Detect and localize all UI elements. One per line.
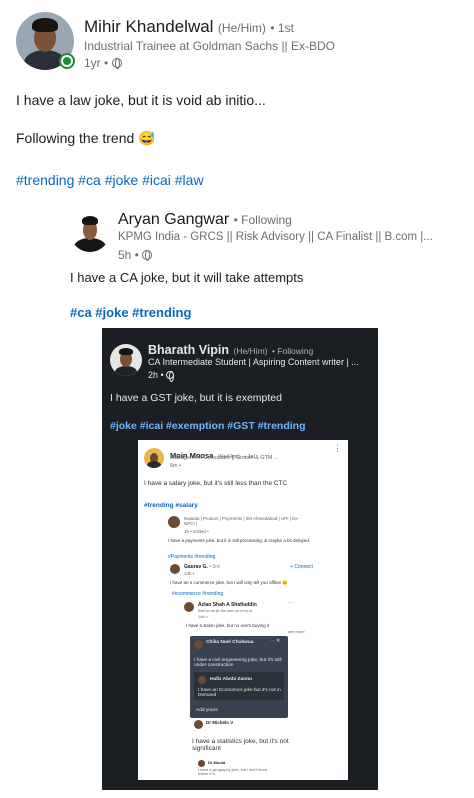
nested-3-time: 14m •: [198, 615, 208, 619]
inner-headline: Management Consultant || Growth & GTM ..…: [170, 455, 279, 461]
inner-time: 6m •: [170, 463, 182, 469]
dark-time-label: 2h •: [148, 370, 164, 380]
see-more-link[interactable]: see more: [288, 629, 305, 634]
post-hashtags[interactable]: #trending #ca #joke #icai #law: [16, 172, 204, 188]
inner-screenshot-lower: Dr Michelo V I have a statistics joke, b…: [138, 718, 348, 780]
nested-2-connect[interactable]: + Connect: [290, 564, 313, 570]
dark-follow-status: • Following: [271, 346, 314, 356]
repost-author[interactable]: Aryan Gangwar • Following: [118, 211, 292, 229]
globe-icon: [142, 250, 153, 261]
nested-2-author[interactable]: Gaurav G. • 3rd: [184, 564, 220, 570]
dark-avatar[interactable]: [110, 344, 142, 376]
repost-hashtags[interactable]: #ca #joke #trending: [70, 305, 191, 320]
dark-author-pronouns: (He/Him): [233, 346, 268, 356]
repost-time: 5h •: [118, 248, 153, 262]
dark-hashtags[interactable]: #joke #icai #exemption #GST #trending: [110, 420, 305, 432]
nested-gray-card: Chika Nuel Chukwua ··· ✕ I have a civil …: [190, 636, 288, 718]
nested-1-headline: Nalaala | Product | Payments | IIM Ahmed…: [184, 516, 299, 526]
globe-icon: [166, 371, 175, 382]
inner-avatar[interactable]: [144, 448, 164, 468]
nested-1-text: I have a payments joke, but it is still …: [168, 538, 311, 543]
gray-avatar-1[interactable]: [194, 640, 203, 649]
nested-avatar-5[interactable]: [198, 760, 205, 767]
author-name[interactable]: Mihir Khandelwal: [84, 17, 213, 36]
gray-1-author[interactable]: Chika Nuel Chukwua: [206, 640, 253, 645]
author-headline: Industrial Trainee at Goldman Sachs || E…: [84, 39, 336, 53]
time-label: 1yr •: [84, 56, 109, 70]
post-text-line-1: I have a law joke, but it is void ab ini…: [16, 92, 266, 108]
repost-text: I have a CA joke, but it will take attem…: [70, 270, 304, 285]
repost-headline: KPMG India - GRCS || Risk Advisory || CA…: [118, 231, 433, 243]
nested-5-author[interactable]: Dr Mould: [208, 760, 225, 765]
sweat-smile-emoji: 😅: [138, 130, 156, 146]
nested-4-text: I have a statistics joke, but it's not s…: [192, 738, 289, 752]
nested-2-author-name[interactable]: Gaurav G.: [184, 564, 208, 570]
nested-2-tags[interactable]: #ecommerce #trending: [172, 591, 223, 597]
nested-2-text: I have an e commerce joke, but I will on…: [170, 580, 288, 585]
dark-author-name[interactable]: Bharath Vipin: [148, 343, 229, 357]
repost-avatar[interactable]: [70, 212, 110, 252]
dark-time: 2h •: [148, 370, 175, 382]
gray-2-text: I have an Economics joke but it's not in…: [198, 688, 281, 698]
gray-1-more-icon[interactable]: ··· ✕: [270, 639, 280, 644]
nested-3-sub: Bait ko aa jin the aam ai hi ho ni: [198, 609, 252, 613]
gray-avatar-2[interactable]: [198, 676, 206, 684]
nested-2-degree: • 3rd: [209, 564, 220, 570]
nested-1-tags[interactable]: #Payments #trending: [168, 554, 215, 560]
nested-2-time: 14h •: [184, 571, 195, 576]
add-yours-button[interactable]: Add yours: [196, 708, 218, 713]
connection-degree: • 1st: [270, 21, 294, 35]
repost-follow-status: • Following: [233, 213, 292, 227]
gray-1-text: I have a civil engineering joke, but it'…: [194, 658, 282, 668]
inner-more-icon[interactable]: ⋮: [333, 443, 342, 454]
post-author-name[interactable]: Mihir Khandelwal (He/Him) • 1st: [84, 17, 294, 37]
dark-text: I have a GST joke, but it is exempted: [110, 392, 282, 404]
post-text-line-2: Following the trend 😅: [16, 130, 156, 147]
nested-avatar-1[interactable]: [168, 516, 180, 528]
author-pronouns: (He/Him): [217, 21, 266, 35]
nested-5-text: I have a geography joke, but I don't kno…: [198, 768, 268, 776]
repost-time-label: 5h •: [118, 248, 139, 262]
nested-1-time: 1h • Edited •: [184, 529, 209, 534]
online-status-icon: [60, 54, 74, 68]
connect-label[interactable]: Connect: [294, 564, 313, 570]
dark-headline: CA Intermediate Student | Aspiring Conte…: [148, 357, 359, 367]
nested-3-author[interactable]: Azlan Shah A Shafiuddin: [198, 602, 257, 608]
globe-icon: [111, 58, 122, 69]
post-text-following: Following the trend: [16, 130, 135, 146]
nested-avatar-3[interactable]: [184, 602, 194, 612]
gray-2-author[interactable]: Hafiz Abobi Zannu: [210, 677, 252, 682]
inner-hashtags[interactable]: #trending #salary: [144, 502, 198, 509]
nested-avatar-4[interactable]: [194, 720, 203, 729]
nested-4-author[interactable]: Dr Michelo V: [206, 720, 233, 725]
nested-avatar-2[interactable]: [170, 564, 180, 574]
post-time: 1yr •: [84, 56, 122, 70]
nested-3-text: I have a Salon joke, but no one's buying…: [186, 623, 270, 628]
nested-3-more-icon[interactable]: ···: [288, 600, 294, 606]
inner-text: I have a salary joke, but it's still les…: [144, 480, 288, 487]
repost-author-name[interactable]: Aryan Gangwar: [118, 211, 229, 228]
